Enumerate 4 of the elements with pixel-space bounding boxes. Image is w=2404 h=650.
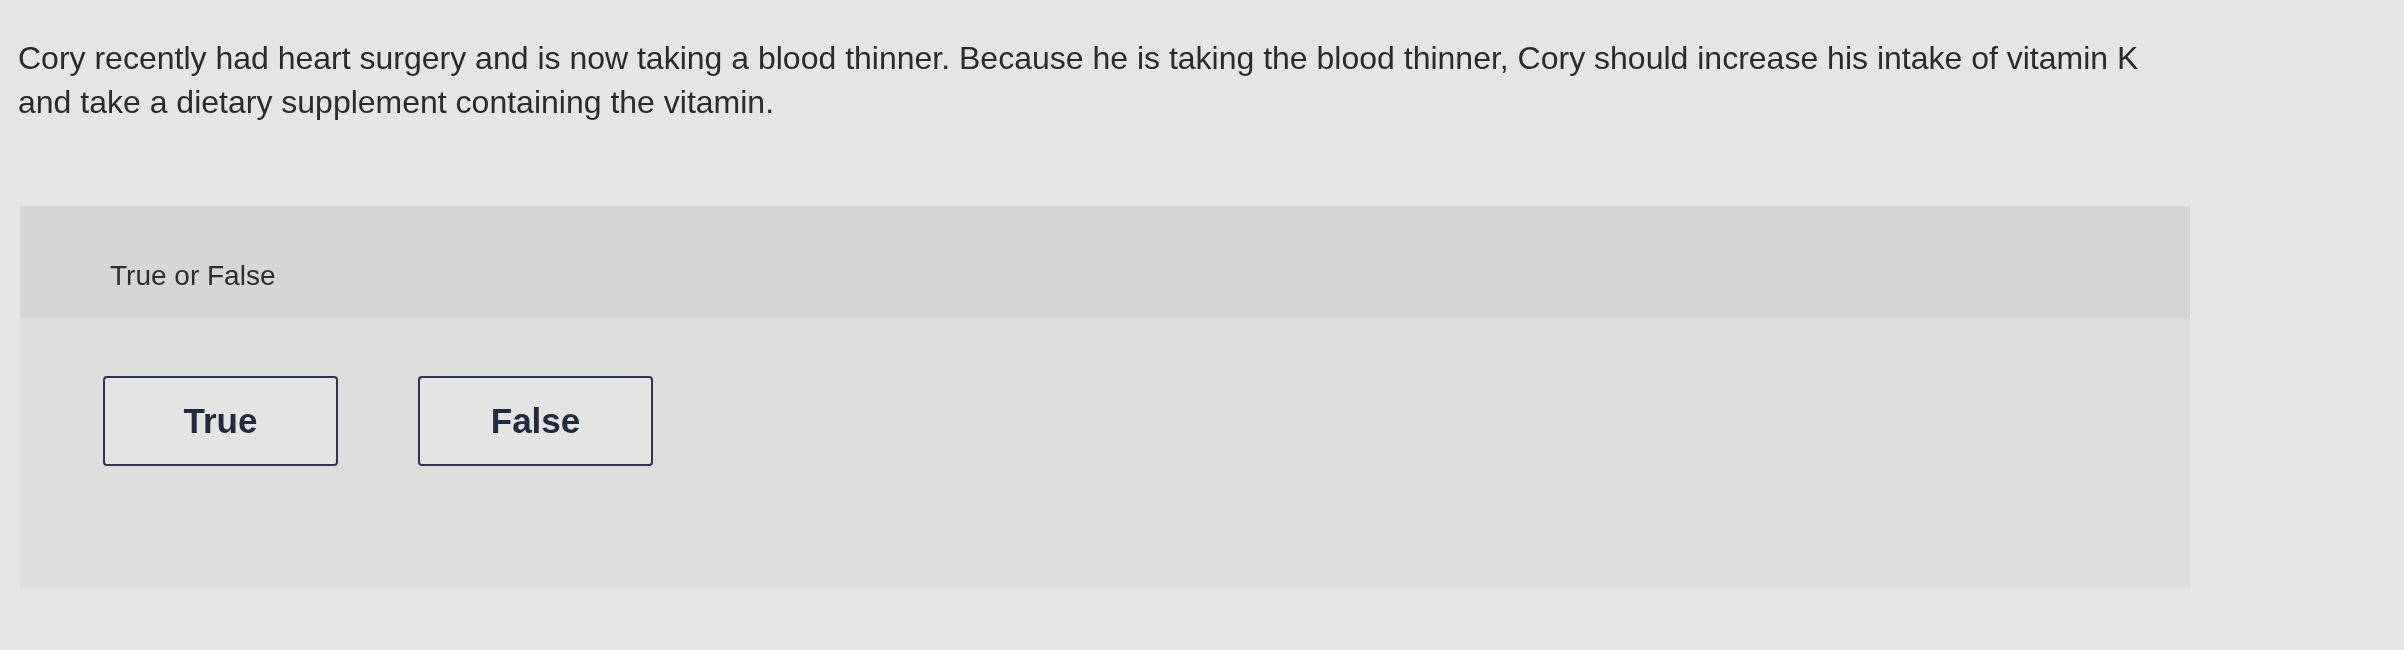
question-type-label: True or False <box>110 260 276 292</box>
answer-button[interactable]: False <box>418 376 653 466</box>
question-text: Cory recently had heart surgery and is now taking a blood thinner. Because he is taking the blood thinner, Cory should increase his intake of vitamin K and take a dietary supplement containing the vitamin. <box>18 39 2140 122</box>
answer-button[interactable]: True <box>103 376 338 466</box>
